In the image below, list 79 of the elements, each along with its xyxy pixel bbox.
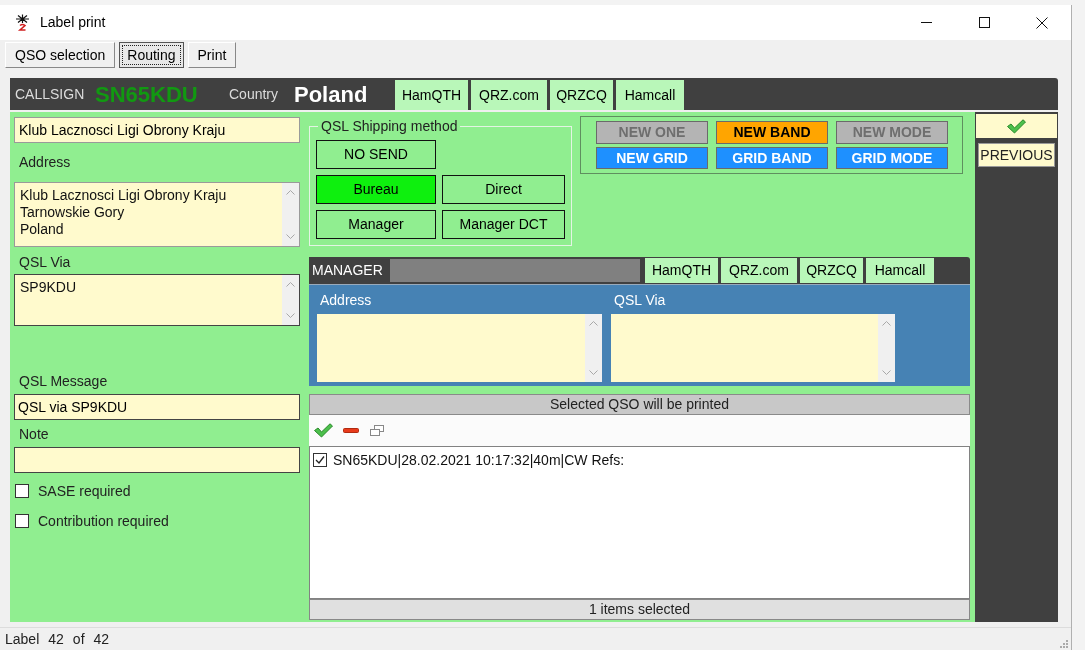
callsign-value: SN65KDU bbox=[95, 80, 199, 109]
lookup-button[interactable]: QRZCQ bbox=[550, 80, 613, 110]
field-label: Note bbox=[18, 425, 50, 443]
shipping-option[interactable]: Manager bbox=[316, 210, 436, 239]
lookup-button[interactable]: HamQTH bbox=[395, 80, 468, 110]
scrollbar[interactable] bbox=[282, 275, 299, 325]
previous-button[interactable]: PREVIOUS bbox=[978, 143, 1055, 167]
scrollbar[interactable] bbox=[585, 314, 602, 382]
note-field[interactable] bbox=[14, 447, 300, 473]
lookup-button[interactable]: QRZCQ bbox=[800, 258, 863, 283]
tick-icon bbox=[315, 455, 325, 465]
address-field[interactable]: Klub Lacznosci Ligi Obrony Kraju Tarnowskie Gory Poland bbox=[14, 182, 300, 247]
checkbox-label: Contribution required bbox=[38, 511, 169, 531]
status-text: of bbox=[72, 629, 85, 649]
chevron-up-icon bbox=[286, 282, 295, 287]
app-logo-icon bbox=[15, 14, 30, 31]
label-count: 42 bbox=[93, 629, 110, 649]
manager-label: MANAGER bbox=[312, 261, 384, 280]
tab[interactable]: Print bbox=[187, 42, 237, 68]
windows-icon bbox=[370, 425, 384, 436]
window-title: Label print bbox=[40, 13, 106, 32]
status-flag: NEW GRID bbox=[596, 147, 708, 169]
scrollbar[interactable] bbox=[878, 314, 895, 382]
minus-icon bbox=[343, 428, 359, 433]
qsl-message-field[interactable]: QSL via SP9KDU bbox=[14, 394, 300, 420]
checkbox[interactable] bbox=[15, 484, 29, 498]
status-flag: NEW MODE bbox=[836, 121, 948, 144]
list-item[interactable]: SN65KDU|28.02.2021 10:17:32|40m|CW Refs: bbox=[333, 449, 625, 471]
status-flag: GRID MODE bbox=[836, 147, 948, 169]
close-icon bbox=[1036, 16, 1048, 29]
status-text: Label bbox=[5, 629, 40, 649]
confirm-button[interactable] bbox=[976, 114, 1057, 138]
checkbox[interactable] bbox=[15, 514, 29, 528]
chevron-down-icon bbox=[286, 313, 295, 318]
lookup-button[interactable]: QRZ.com bbox=[721, 258, 797, 283]
manager-address-field[interactable] bbox=[317, 314, 602, 382]
manager-name-field[interactable] bbox=[390, 259, 640, 282]
chevron-down-icon bbox=[882, 370, 891, 375]
lookup-button[interactable]: QRZ.com bbox=[471, 80, 547, 110]
select-all-button[interactable] bbox=[313, 420, 333, 441]
field-label: Address bbox=[18, 153, 72, 171]
chevron-down-icon bbox=[286, 234, 295, 239]
maximize-icon bbox=[978, 17, 990, 28]
group-title: QSL Shipping method bbox=[320, 118, 459, 134]
field-label: QSL Via bbox=[614, 292, 667, 309]
label-number: 42 bbox=[48, 629, 64, 649]
status-flag: GRID BAND bbox=[716, 147, 828, 169]
scrollbar[interactable] bbox=[282, 183, 299, 246]
status-flag: NEW ONE bbox=[596, 121, 708, 144]
shipping-option[interactable]: Manager DCT bbox=[442, 210, 565, 239]
country-label: Country bbox=[229, 84, 280, 104]
tab[interactable]: QSO selection bbox=[5, 42, 116, 68]
shipping-option[interactable]: NO SEND bbox=[316, 140, 436, 169]
chevron-up-icon bbox=[882, 321, 891, 326]
field-label: QSL Via bbox=[18, 253, 72, 271]
manager-qsl-via-field[interactable] bbox=[611, 314, 895, 382]
chevron-down-icon bbox=[589, 370, 598, 375]
shipping-option[interactable]: Direct bbox=[442, 175, 565, 204]
checkbox-label: SASE required bbox=[38, 481, 131, 501]
check-icon bbox=[313, 423, 333, 438]
lookup-button[interactable]: HamQTH bbox=[645, 258, 718, 283]
qsl-via-field[interactable]: SP9KDU bbox=[14, 274, 300, 326]
minimize-icon bbox=[920, 22, 932, 23]
country-value: Poland bbox=[294, 80, 369, 109]
chevron-up-icon bbox=[286, 190, 295, 195]
chevron-up-icon bbox=[589, 321, 598, 326]
field-label: Address bbox=[320, 292, 373, 309]
status-flag: NEW BAND bbox=[716, 121, 828, 144]
tab[interactable]: Routing bbox=[119, 42, 184, 68]
lookup-button[interactable]: Hamcall bbox=[616, 80, 684, 110]
check-icon bbox=[1007, 118, 1026, 134]
checkbox[interactable] bbox=[313, 453, 327, 467]
shipping-option[interactable]: Bureau bbox=[316, 175, 436, 204]
lookup-button[interactable]: Hamcall bbox=[866, 258, 934, 283]
list-footer: 1 items selected bbox=[309, 599, 970, 620]
name-field[interactable]: Klub Lacznosci Ligi Obrony Kraju bbox=[14, 117, 300, 143]
field-label: QSL Message bbox=[18, 372, 109, 390]
list-header: Selected QSO will be printed bbox=[309, 394, 970, 415]
callsign-label: CALLSIGN bbox=[15, 84, 86, 104]
